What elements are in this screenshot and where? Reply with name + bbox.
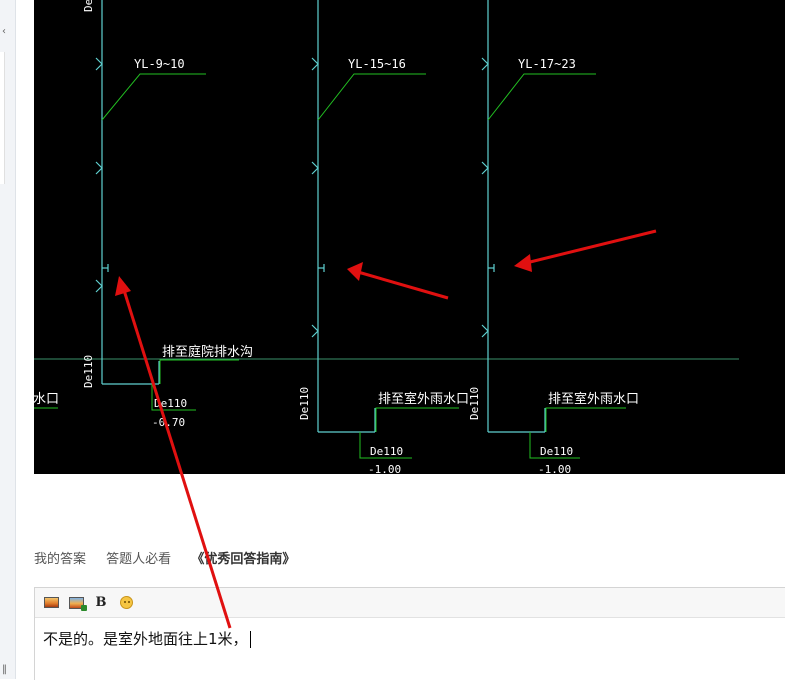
pipe-label-1: YL-9~10 xyxy=(134,57,185,71)
rail-scroll-icon[interactable]: ‖ xyxy=(2,664,7,675)
tab-my-answer[interactable]: 我的答案 xyxy=(34,552,86,567)
leader-2 xyxy=(317,73,426,121)
answer-text: 不是的。是室外地面往上1米， xyxy=(43,630,248,648)
partial-outlet-label-left: 雨水口 xyxy=(34,392,59,407)
answer-editor: B 不是的。是室外地面往上1米， xyxy=(34,587,785,680)
pipe-size-label-2: De110 xyxy=(298,387,311,420)
left-rail: ‹ ‖ xyxy=(0,0,16,679)
guide-link[interactable]: 《优秀回答指南》 xyxy=(191,552,295,567)
branch-size-label-3: De110 xyxy=(540,445,573,458)
elevation-label-3: -1.00 xyxy=(538,463,571,474)
outlet-leader-3 xyxy=(545,407,626,432)
pipe-label-2: YL-15~16 xyxy=(348,57,406,71)
top-size-label: De1 xyxy=(82,0,95,12)
upload-image-icon xyxy=(68,596,87,611)
cad-drawing-image: YL-9~10 YL-15~16 YL-17~23 排至庭院排水沟 排至室外雨水… xyxy=(34,0,785,474)
pipe-size-label-1: De110 xyxy=(82,355,95,388)
cad-drawing-svg: YL-9~10 YL-15~16 YL-17~23 排至庭院排水沟 排至室外雨水… xyxy=(34,0,739,474)
branch-size-label-2: De110 xyxy=(370,445,403,458)
outlet-label-1: 排至庭院排水沟 xyxy=(162,344,253,360)
emoji-button[interactable] xyxy=(118,596,134,610)
bold-icon: B xyxy=(95,595,107,610)
rail-panel xyxy=(0,52,5,184)
answer-tabs: 我的答案 答题人必看 《优秀回答指南》 xyxy=(34,548,311,568)
leader-1 xyxy=(101,73,206,121)
smiley-icon xyxy=(119,596,133,609)
elevation-label-1: -0.70 xyxy=(152,416,185,429)
answer-textarea[interactable]: 不是的。是室外地面往上1米， xyxy=(35,618,785,659)
pipe-label-3: YL-17~23 xyxy=(518,57,576,71)
text-caret xyxy=(249,631,251,648)
editor-toolbar: B xyxy=(35,588,785,618)
pipe-size-label-3: De110 xyxy=(468,387,481,420)
elevation-label-2: -1.00 xyxy=(368,463,401,474)
outlet-leader-2 xyxy=(375,407,459,432)
upload-image-button[interactable] xyxy=(68,596,87,611)
leader-3 xyxy=(487,73,596,121)
image-icon xyxy=(43,597,59,608)
branch-size-label-1: De110 xyxy=(154,397,187,410)
tab-must-read[interactable]: 答题人必看 xyxy=(106,552,171,567)
rail-chevron-icon[interactable]: ‹ xyxy=(2,26,6,37)
bold-button[interactable]: B xyxy=(93,595,109,610)
outlet-label-3: 排至室外雨水口 xyxy=(548,391,639,407)
outlet-label-2: 排至室外雨水口 xyxy=(378,391,469,407)
outlet-leader-1 xyxy=(159,359,239,384)
insert-image-button[interactable] xyxy=(43,596,59,610)
